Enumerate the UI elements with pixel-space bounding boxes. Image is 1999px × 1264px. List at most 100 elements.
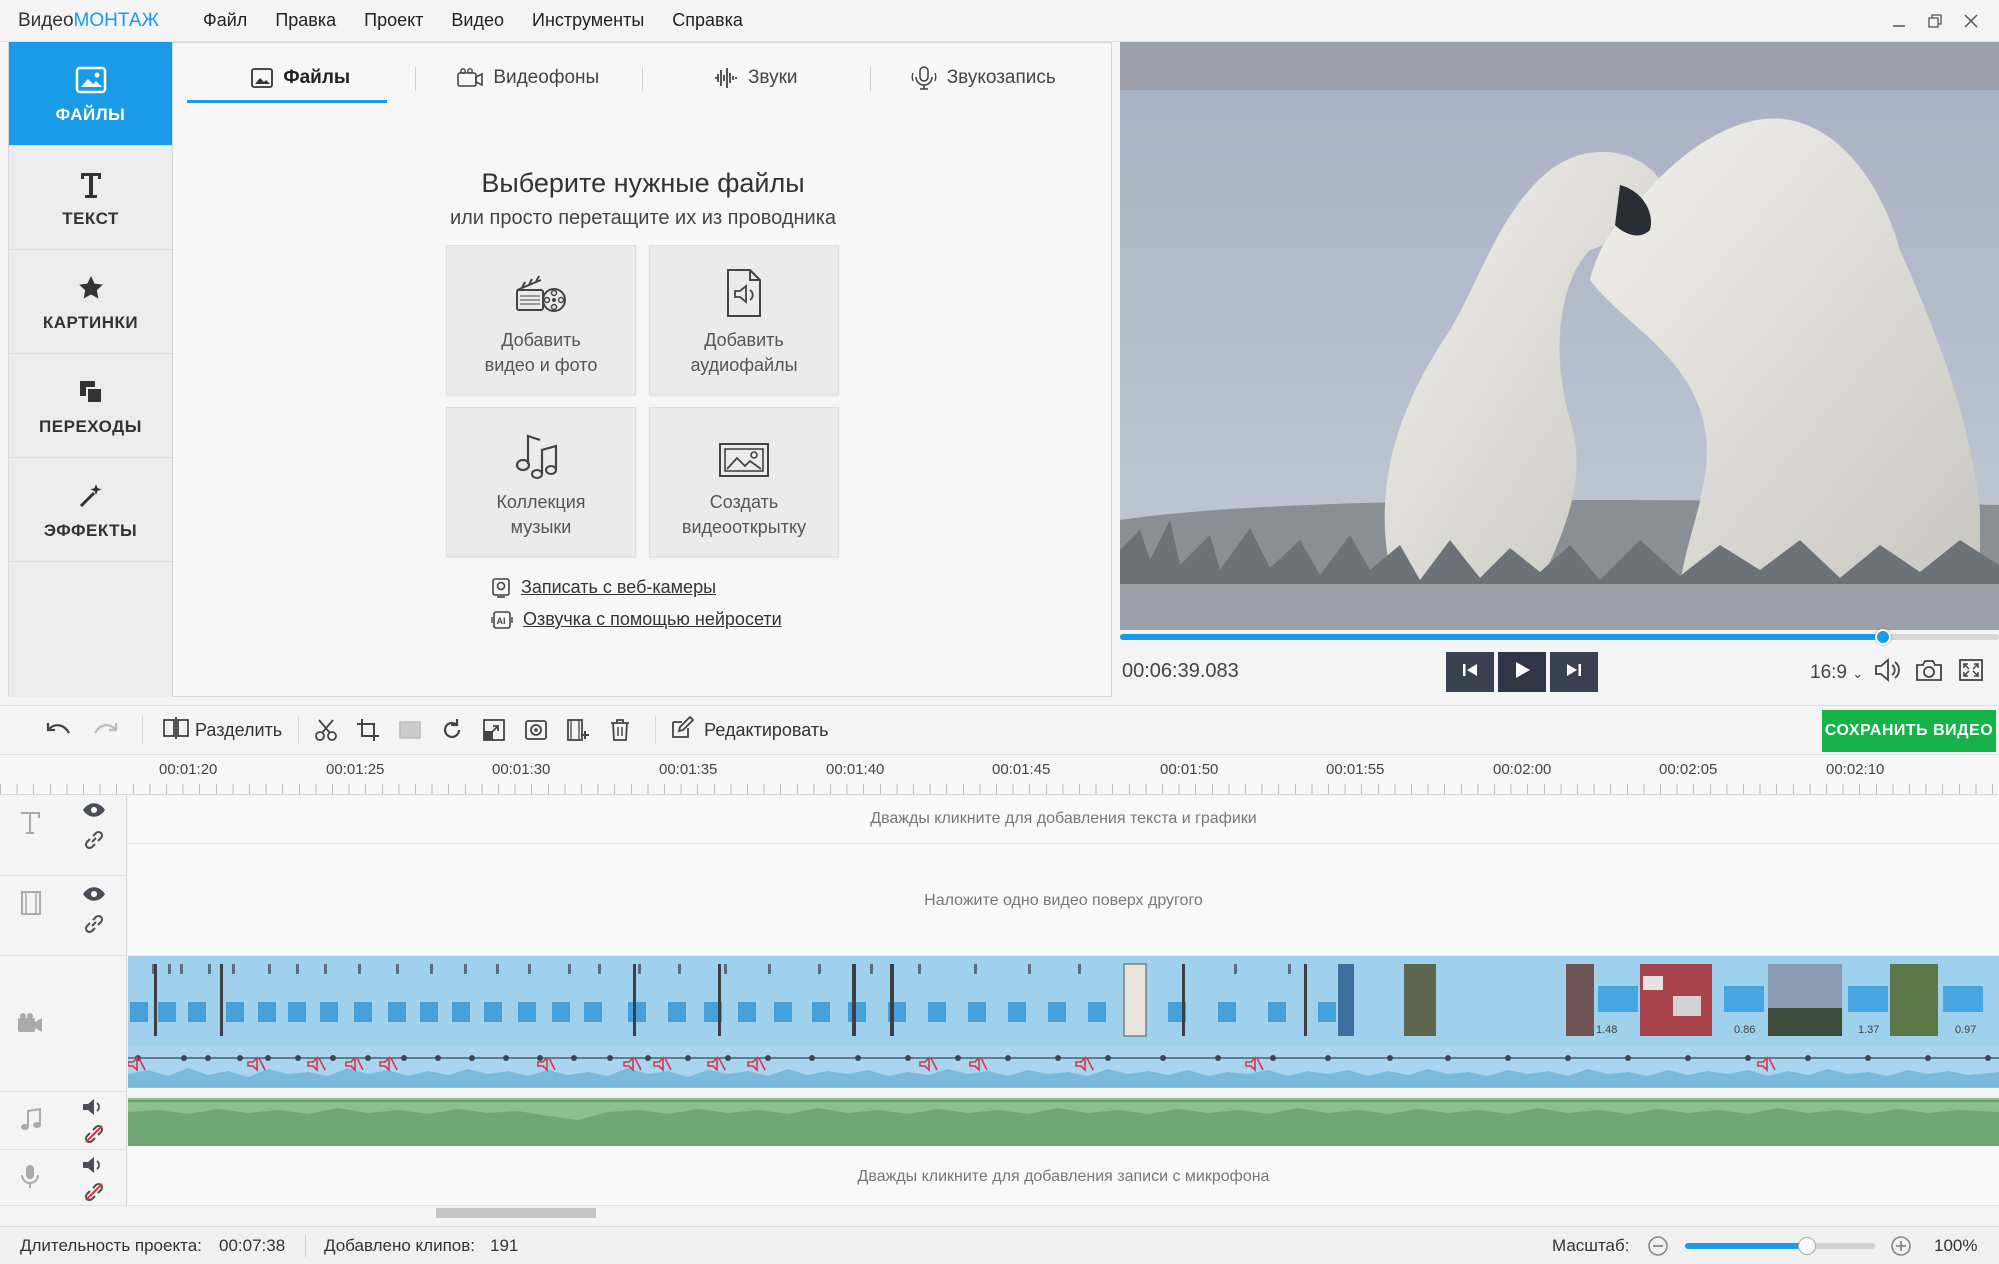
minimize-icon[interactable] [1881,6,1917,36]
next-frame-button[interactable] [1550,652,1598,692]
text-track[interactable]: Дважды кликните для добавления текста и … [128,796,1999,844]
fullscreen-icon[interactable] [1958,658,1984,682]
files-panel: Файлы Видеофоны Звуки Звукозапись Выбери… [172,42,1112,697]
ruler-label: 00:01:40 [826,761,885,778]
speed-icon[interactable] [475,711,513,749]
timeline-scrollbar[interactable] [128,1206,1999,1220]
zoom-slider-handle[interactable] [1797,1237,1816,1255]
menu-project[interactable]: Проект [364,10,423,31]
toolbar-divider [655,716,657,744]
overlay-track[interactable]: Наложите одно видео поверх другого [128,844,1999,956]
progress-fill [1120,634,1883,640]
play-icon [1513,660,1531,685]
create-video-card-tile[interactable]: Создать видеооткрытку [649,407,839,557]
zoom-slider-fill [1685,1243,1807,1249]
clips-added-label: Добавлено клипов: [324,1236,475,1255]
unlink-icon[interactable] [84,1124,104,1144]
menu-video[interactable]: Видео [451,10,504,31]
playback-progress[interactable] [1120,629,1999,645]
zoom-in-icon[interactable] [1890,1235,1912,1262]
music-track[interactable] [128,1098,1999,1146]
crop-icon[interactable] [349,711,387,749]
sidebar-item-pictures[interactable]: КАРТИНКИ [9,250,172,354]
sidebar-item-files[interactable]: ФАЙЛЫ [9,42,172,146]
scrollbar-thumb[interactable] [436,1208,596,1218]
unlink-icon[interactable] [84,1182,104,1202]
zoom-out-icon[interactable] [1647,1235,1669,1262]
menu-help[interactable]: Справка [672,10,743,31]
snapshot-icon[interactable] [1915,658,1943,682]
redo-icon[interactable] [86,711,124,749]
text-track-icon [18,810,42,836]
main-video-track[interactable]: 1.48 0.86 1.37 0.97 [128,956,1999,1046]
menu-file[interactable]: Файл [203,10,247,31]
tile-label: Создать видеооткрытку [681,492,807,537]
progress-handle[interactable] [1874,629,1891,645]
sidebar-item-text[interactable]: ТЕКСТ [9,146,172,250]
close-icon[interactable] [1953,6,1989,36]
music-collection-tile[interactable]: Коллекция музыки [446,407,636,557]
text-icon [74,167,108,201]
zoom-slider[interactable] [1685,1237,1875,1255]
undo-icon[interactable] [40,711,78,749]
add-audio-tile[interactable]: Добавить аудиофайлы [649,245,839,395]
video-preview: 00:06:39.083 16:9 ⌄ [1120,42,1999,697]
add-video-photo-tile[interactable]: Добавить видео и фото [446,245,636,395]
tab-video-backgrounds[interactable]: Видеофоны [414,55,643,101]
music-waveform [128,1100,1999,1146]
trash-icon[interactable] [601,711,639,749]
tab-sound-recording[interactable]: Звукозапись [869,55,1098,101]
webcam-record-link[interactable]: Записать с веб-камеры [491,577,716,598]
timeline-ruler[interactable]: 00:01:20 00:01:25 00:01:30 00:01:35 00:0… [0,755,1999,795]
save-video-button[interactable]: СОХРАНИТЬ ВИДЕО [1822,710,1996,752]
volume-icon[interactable] [1874,658,1902,682]
ruler-ticks [0,784,1999,794]
link-label: Озвучка с помощью нейросети [523,609,782,629]
ruler-label: 00:02:10 [1826,761,1885,778]
speaker-icon[interactable] [82,1098,104,1116]
tile-label: Добавить аудиофайлы [690,330,798,375]
clip-duration: 0.86 [1734,1024,1756,1036]
tab-sounds[interactable]: Звуки [642,55,870,101]
edit-label: Редактировать [704,719,829,740]
play-button[interactable] [1498,652,1546,692]
edit-button[interactable]: Редактировать [670,711,829,749]
mic-track[interactable]: Дважды кликните для добавления записи с … [128,1146,1999,1206]
restore-icon[interactable] [1917,6,1953,36]
project-duration-label: Длительность проекта: [20,1236,202,1255]
split-button[interactable]: Разделить [163,711,282,749]
video-frame[interactable] [1120,90,1999,584]
menu-edit[interactable]: Правка [275,10,336,31]
link-icon[interactable] [84,914,104,934]
audio-waveform [128,1055,1999,1087]
link-icon[interactable] [84,830,104,850]
overlay-track-hint: Наложите одно видео поверх другого [924,892,1203,909]
category-sidebar: ФАЙЛЫ ТЕКСТ КАРТИНКИ ПЕРЕХОДЫ ЭФФЕКТЫ [8,42,172,697]
ruler-label: 00:01:50 [1160,761,1219,778]
eye-icon[interactable] [82,886,106,902]
stretch-icon[interactable] [391,711,429,749]
camera-icon [457,68,484,88]
previous-frame-button[interactable] [1446,652,1494,692]
stabilize-icon[interactable] [517,711,555,749]
menu-tools[interactable]: Инструменты [532,10,644,31]
split-icon [163,716,189,744]
clip-audio-lane[interactable] [128,1046,1999,1088]
sidebar-item-transitions[interactable]: ПЕРЕХОДЫ [9,354,172,458]
sidebar-item-label: КАРТИНКИ [42,312,139,332]
eye-icon[interactable] [82,802,106,818]
rotate-icon[interactable] [433,711,471,749]
speaker-icon[interactable] [82,1156,104,1174]
aspect-ratio-select[interactable]: 16:9 ⌄ [1810,662,1863,684]
ai-voiceover-link[interactable]: AI Озвучка с помощью нейросети [491,609,782,630]
add-frame-icon[interactable] [559,711,597,749]
sidebar-item-effects[interactable]: ЭФФЕКТЫ [9,458,172,562]
clips-added-value: 191 [490,1236,519,1255]
tile-label: Коллекция музыки [496,492,586,537]
clip-duration: 1.48 [1596,1024,1618,1036]
ruler-label: 00:01:30 [492,761,551,778]
tab-files[interactable]: Файлы [187,55,415,103]
video-clips [130,963,1983,1037]
transitions-icon [74,375,108,409]
scissors-icon[interactable] [307,711,345,749]
